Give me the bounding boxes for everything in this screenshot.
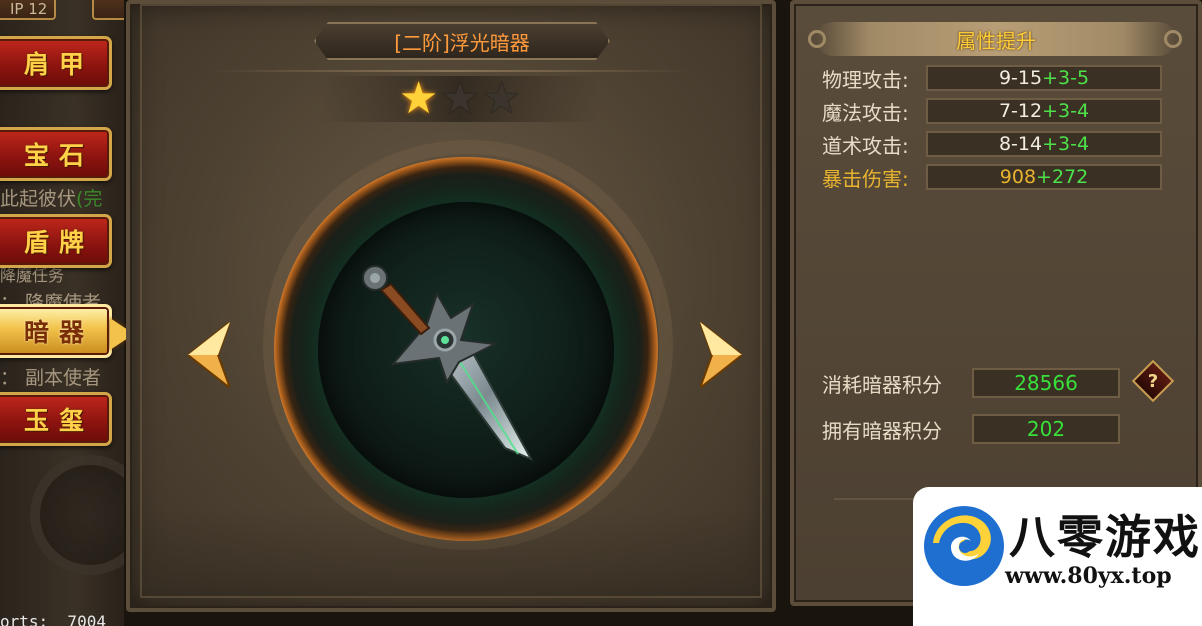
attr-base: 9-15: [998, 67, 1043, 89]
debug-ports-text: orts: 7004: [0, 612, 106, 626]
equipment-title: [二阶]浮光暗器: [394, 30, 530, 55]
equipment-panel: [二阶]浮光暗器 ★ ★ ★: [126, 0, 776, 612]
tab-hidden-weapon-label: 暗器: [23, 318, 94, 347]
consume-points-label: 消耗暗器积分: [822, 372, 942, 397]
star-rating: ★ ★ ★: [320, 76, 600, 122]
tab-hidden-weapon[interactable]: 暗器: [0, 304, 112, 358]
arrow-right-icon[interactable]: [700, 322, 742, 388]
help-button[interactable]: ?: [1131, 359, 1175, 403]
panel-ground-decoration: [140, 508, 762, 598]
tab-jade-seal[interactable]: 玉玺: [0, 392, 112, 446]
attr-value-box: 9-15 +3-5: [926, 65, 1162, 91]
tab-shield[interactable]: 盾牌: [0, 214, 112, 268]
tab-gem[interactable]: 宝石: [0, 127, 112, 181]
attr-bonus: +3-5: [1042, 67, 1090, 89]
attr-value-box: 908 +272: [926, 164, 1162, 190]
attr-row-crit: 暴击伤害: 908 +272: [822, 163, 1162, 191]
attr-bonus: +272: [1036, 166, 1089, 188]
attribute-header: 属性提升: [816, 22, 1176, 56]
top-tab-stub-2[interactable]: [92, 0, 124, 20]
equipment-title-plate: [二阶]浮光暗器: [314, 22, 610, 60]
attr-bonus: +3-4: [1042, 100, 1090, 122]
attr-label: 魔法攻击:: [822, 100, 909, 125]
tab-shield-label: 盾牌: [23, 228, 94, 257]
attr-base: 908: [999, 166, 1037, 188]
attr-row-physical: 物理攻击: 9-15 +3-5: [822, 64, 1162, 92]
star-icon: ★: [398, 73, 439, 124]
watermark-name: 八零游戏: [1009, 510, 1201, 564]
tab-shoulder[interactable]: 肩甲: [0, 36, 112, 90]
dagger-icon: [362, 265, 534, 462]
attr-row-taoist: 道术攻击: 8-14 +3-4: [822, 130, 1162, 158]
attr-label: 道术攻击:: [822, 133, 909, 158]
attr-value-box: 7-12 +3-4: [926, 98, 1162, 124]
quest-text-line1: 此起彼伏(完: [0, 184, 102, 211]
arrow-left-icon[interactable]: [188, 322, 230, 388]
quest-name: 此起彼伏: [0, 188, 77, 210]
watermark-logo-icon: [924, 506, 1004, 586]
attr-label: 暴击伤害:: [822, 166, 909, 191]
site-watermark: 八零游戏 www.80yx.top: [913, 487, 1202, 626]
attr-base: 7-12: [998, 100, 1043, 122]
attr-base: 8-14: [998, 133, 1043, 155]
owned-points-label: 拥有暗器积分: [822, 418, 942, 443]
owned-points-row: 拥有暗器积分 202: [822, 414, 1120, 444]
joystick-icon[interactable]: [30, 455, 124, 575]
star-icon: ★: [440, 73, 480, 124]
owned-points-value: 202: [972, 414, 1120, 444]
tab-jade-seal-label: 玉玺: [23, 406, 94, 435]
quest-status: (完: [76, 188, 103, 210]
tab-gem-label: 宝石: [23, 141, 94, 170]
title-divider: [210, 70, 692, 72]
attr-label: 物理攻击:: [822, 67, 909, 92]
top-tab-stub[interactable]: IP 12: [0, 0, 56, 20]
tab-shoulder-label: 肩甲: [23, 50, 94, 79]
quest-text-line4: ： 副本使者: [0, 367, 102, 389]
attr-value-box: 8-14 +3-4: [926, 131, 1162, 157]
consume-points-row: 消耗暗器积分 28566: [822, 368, 1120, 398]
question-icon: ?: [1147, 370, 1159, 392]
attr-bonus: +3-4: [1042, 133, 1090, 155]
star-icon: ★: [481, 73, 522, 124]
attr-row-magic: 魔法攻击: 7-12 +3-4: [822, 97, 1162, 125]
left-tab-column: IP 12 此起彼伏(完 降魔任务 ： 降魔使者 ： 副本使者 肩甲 宝石 盾牌…: [0, 0, 124, 626]
attribute-header-label: 属性提升: [956, 28, 1036, 53]
watermark-url: www.80yx.top: [1005, 563, 1172, 589]
consume-points-value: 28566: [972, 368, 1120, 398]
top-tab-stub-label: IP 12: [10, 0, 48, 18]
